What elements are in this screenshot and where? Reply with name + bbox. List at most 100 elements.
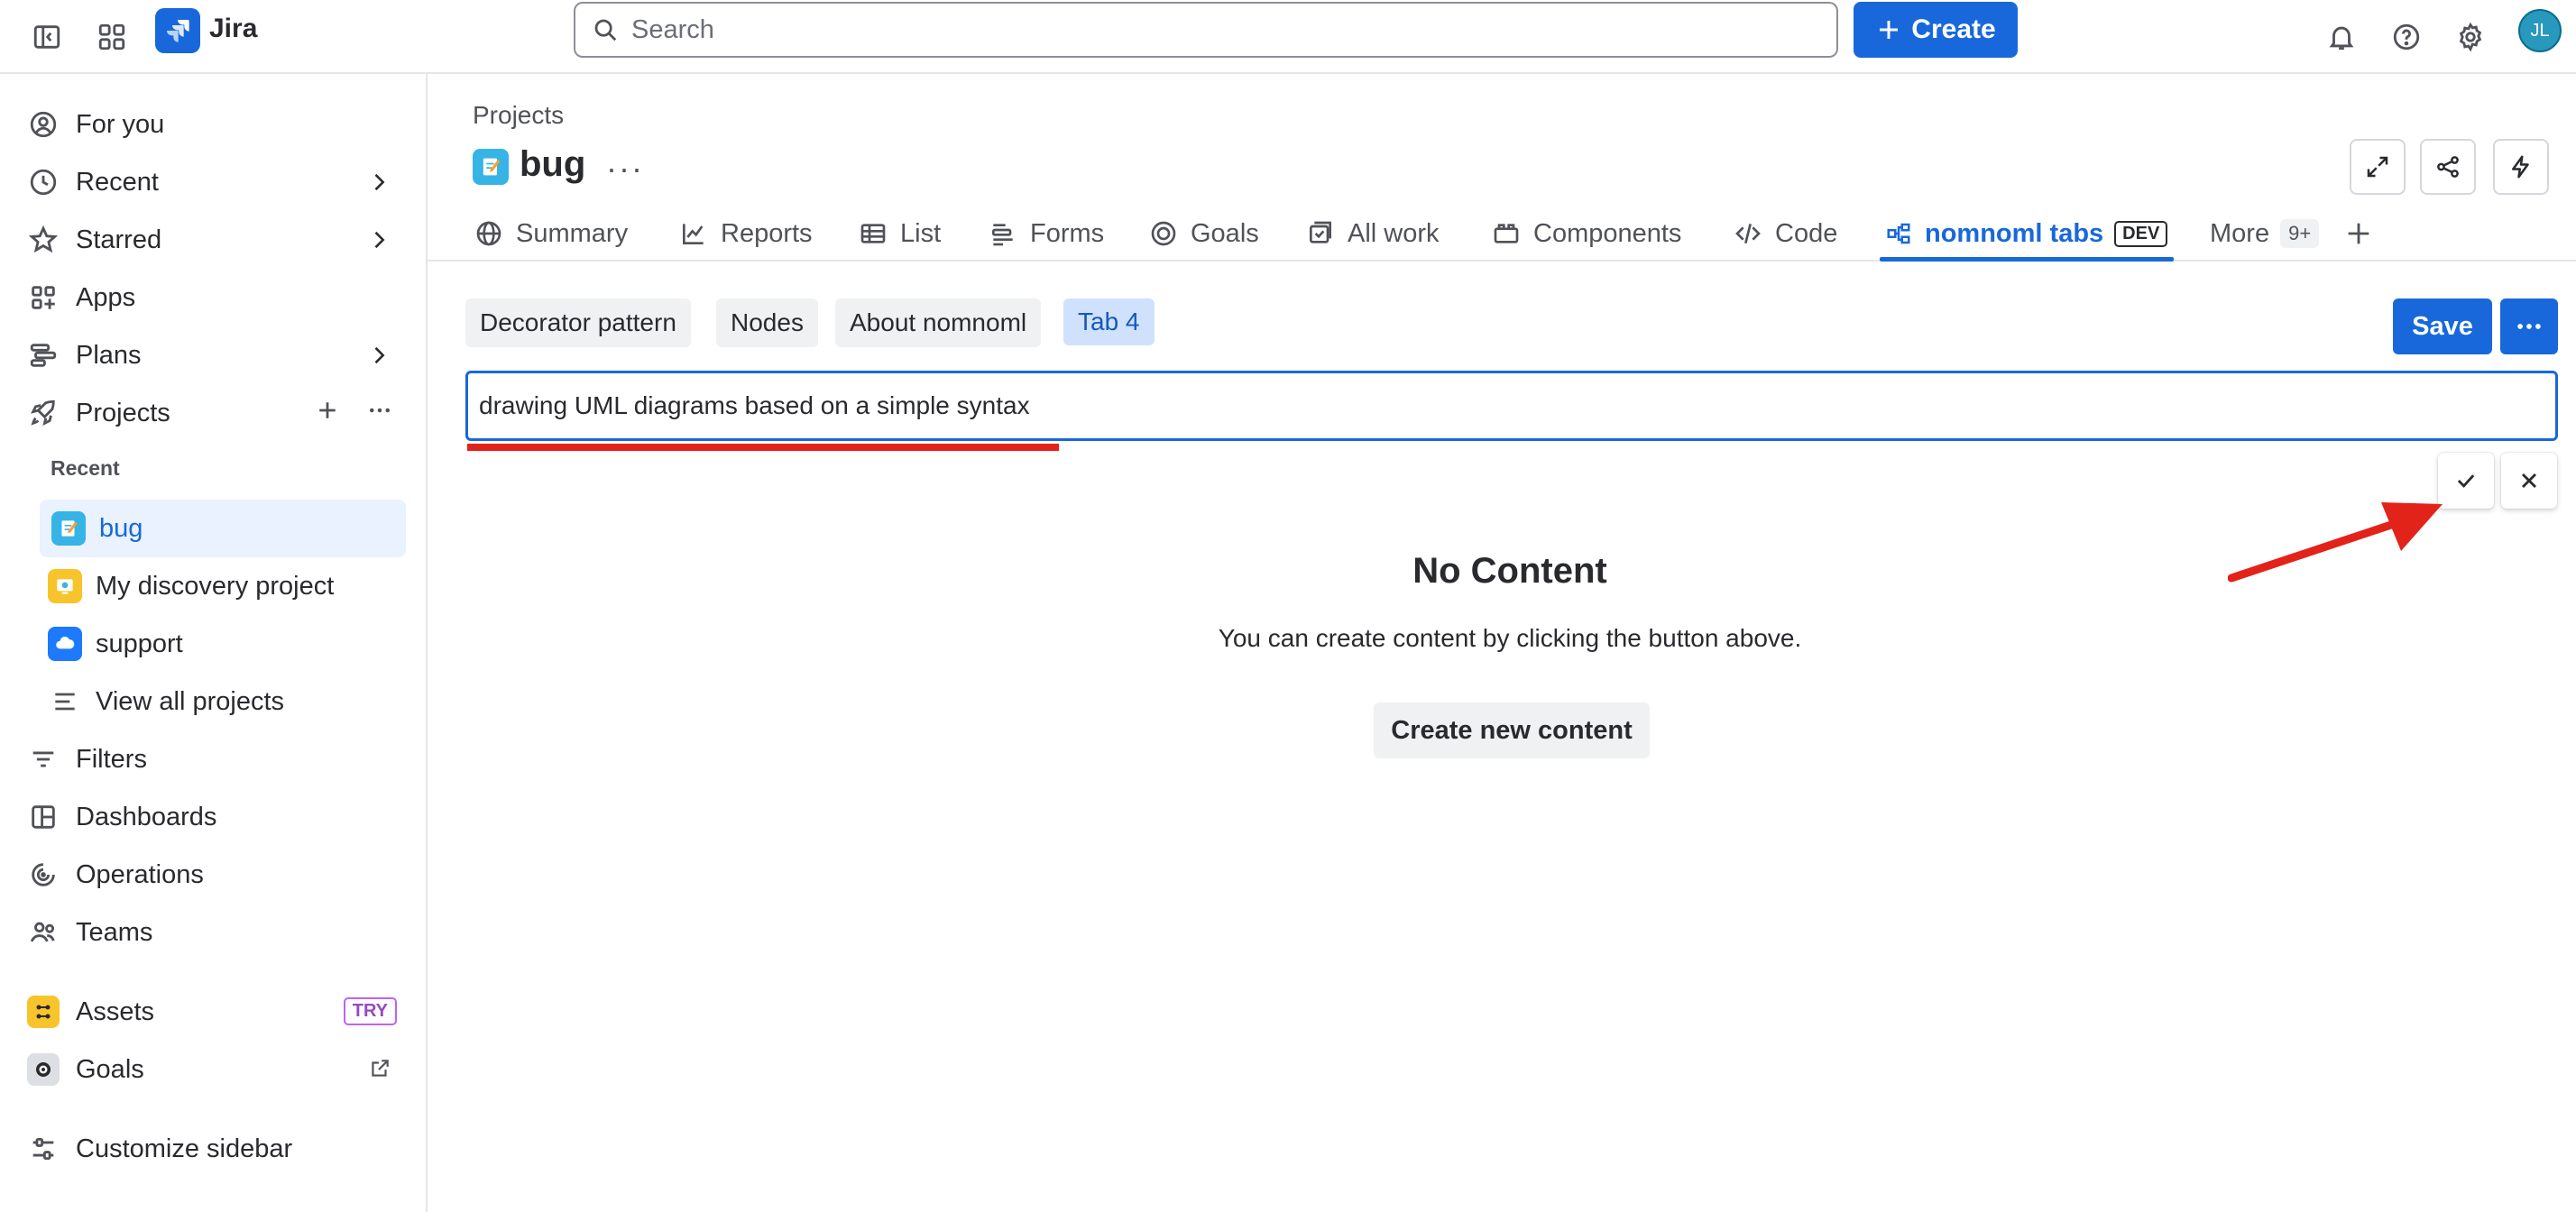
globe-icon [474,219,503,248]
target-icon [1149,219,1178,248]
sidebar-item-operations[interactable]: Operations [25,849,404,900]
sidebar-item-label: For you [76,109,165,139]
sidebar-item-label: Assets [76,996,155,1026]
close-icon [2522,473,2536,488]
more-actions-button[interactable] [2500,298,2558,354]
create-new-content-button[interactable]: Create new content [1374,702,1650,758]
add-tab-icon[interactable] [2343,206,2374,262]
sidebar-view-all-projects[interactable]: View all projects [47,676,404,727]
sidebar-project-support[interactable]: support [47,619,404,669]
sidebar-toggle-icon[interactable] [22,12,72,62]
gear-icon[interactable] [2445,12,2496,62]
sidebar-item-plans[interactable]: Plans [25,330,404,381]
plus-icon [1880,21,1899,39]
tab-list[interactable]: List [859,206,941,262]
sidebar-item-label: Starred [76,225,162,254]
sidebar-item-label: Projects [76,398,170,427]
tab-label: Goals [1191,218,1259,248]
create-button-label: Create [1911,14,1996,44]
tab-summary[interactable]: Summary [474,206,628,262]
plans-icon [25,337,61,373]
cancel-button[interactable] [2501,453,2557,509]
project-support-icon [47,626,83,662]
sidebar-item-recent[interactable]: Recent [25,157,404,207]
jira-logo-icon[interactable] [155,8,200,53]
sidebar-item-starred[interactable]: Starred [25,215,404,265]
active-tab-underline [1880,257,2174,262]
tab-label: All work [1348,218,1440,248]
sidebar-item-for-you[interactable]: For you [25,99,404,150]
automation-lightning-icon[interactable] [2493,139,2549,195]
sidebar-item-label: support [96,629,183,658]
add-project-icon[interactable] [314,397,341,424]
project-bug-icon [51,510,87,546]
rocket-icon [25,395,61,431]
diagram-icon [1885,220,1912,247]
tab-goals[interactable]: Goals [1149,206,1259,262]
search-input[interactable]: Search [574,2,1838,58]
dashboard-icon [25,799,61,835]
sidebar-item-assets[interactable]: Assets TRY [25,987,404,1037]
nomnoml-tab-4[interactable]: Tab 4 [1063,298,1155,345]
sidebar-item-label: Dashboards [76,802,217,831]
tab-label: Code [1775,218,1838,248]
app-name[interactable]: Jira [209,14,257,44]
chevron-right-icon[interactable] [366,227,391,252]
tab-name-input[interactable] [465,371,2558,441]
components-icon [1492,219,1521,248]
sidebar-project-my-discovery-project[interactable]: My discovery project [47,561,404,611]
help-icon[interactable] [2381,12,2432,62]
tab-forms[interactable]: Forms [989,206,1104,262]
recent-section-heading: Recent [51,456,120,480]
sidebar-item-projects[interactable]: Projects [25,388,404,438]
sidebar-project-bug[interactable]: bug [40,500,406,557]
code-icon [1734,219,1762,248]
tab-label: Components [1533,218,1682,248]
sidebar-item-dashboards[interactable]: Dashboards [25,792,404,842]
tab-more[interactable]: More 9+ [2210,206,2320,262]
list-icon [859,219,888,248]
more-options-icon[interactable] [366,397,393,424]
search-placeholder: Search [631,14,714,44]
external-link-icon[interactable] [368,1057,391,1080]
sidebar-item-label: Plans [76,340,142,370]
sidebar-item-label: Operations [76,859,204,889]
teams-icon [25,914,61,950]
app-switcher-icon[interactable] [87,12,137,62]
more-horizontal-icon [2517,324,2541,329]
tab-label: List [900,218,942,248]
chevron-right-icon[interactable] [366,343,391,368]
share-icon[interactable] [2420,139,2476,195]
sidebar-item-apps[interactable]: Apps [25,272,404,323]
nomnoml-tab-decorator-pattern[interactable]: Decorator pattern [465,298,691,347]
sidebar-item-teams[interactable]: Teams [25,907,404,958]
expand-icon[interactable] [2350,139,2406,195]
nomnoml-tab-about-nomnoml[interactable]: About nomnoml [835,298,1042,347]
project-more-button[interactable]: ··· [606,150,644,188]
goals-icon [25,1051,61,1088]
nomnoml-tab-nodes[interactable]: Nodes [716,298,818,347]
chevron-right-icon[interactable] [366,170,391,195]
annotation-arrow-icon [2228,502,2443,583]
tab-code[interactable]: Code [1734,206,1837,262]
breadcrumb[interactable]: Projects [473,101,564,130]
sidebar-item-filters[interactable]: Filters [25,734,404,785]
tab-reports[interactable]: Reports [679,206,813,262]
bell-icon[interactable] [2316,12,2367,62]
avatar[interactable]: JL [2518,9,2562,52]
tab-nomnoml-tabs[interactable]: nomnoml tabs DEV [1885,206,2168,262]
star-icon [25,222,61,258]
sidebar-item-goals[interactable]: Goals [25,1044,404,1095]
apps-icon [25,280,61,316]
sidebar-item-label: Filters [76,744,147,774]
list-lines-icon [47,684,83,720]
sidebar-customize[interactable]: Customize sidebar [25,1124,404,1174]
chart-line-icon [679,219,708,248]
tab-all-work[interactable]: All work [1306,206,1440,262]
tab-components[interactable]: Components [1492,206,1681,262]
sidebar-item-label: My discovery project [96,571,335,601]
save-button[interactable]: Save [2393,298,2492,354]
sidebar-item-label: bug [99,513,143,543]
create-button[interactable]: Create [1854,2,2018,58]
sidebar-item-label: Customize sidebar [76,1134,293,1163]
